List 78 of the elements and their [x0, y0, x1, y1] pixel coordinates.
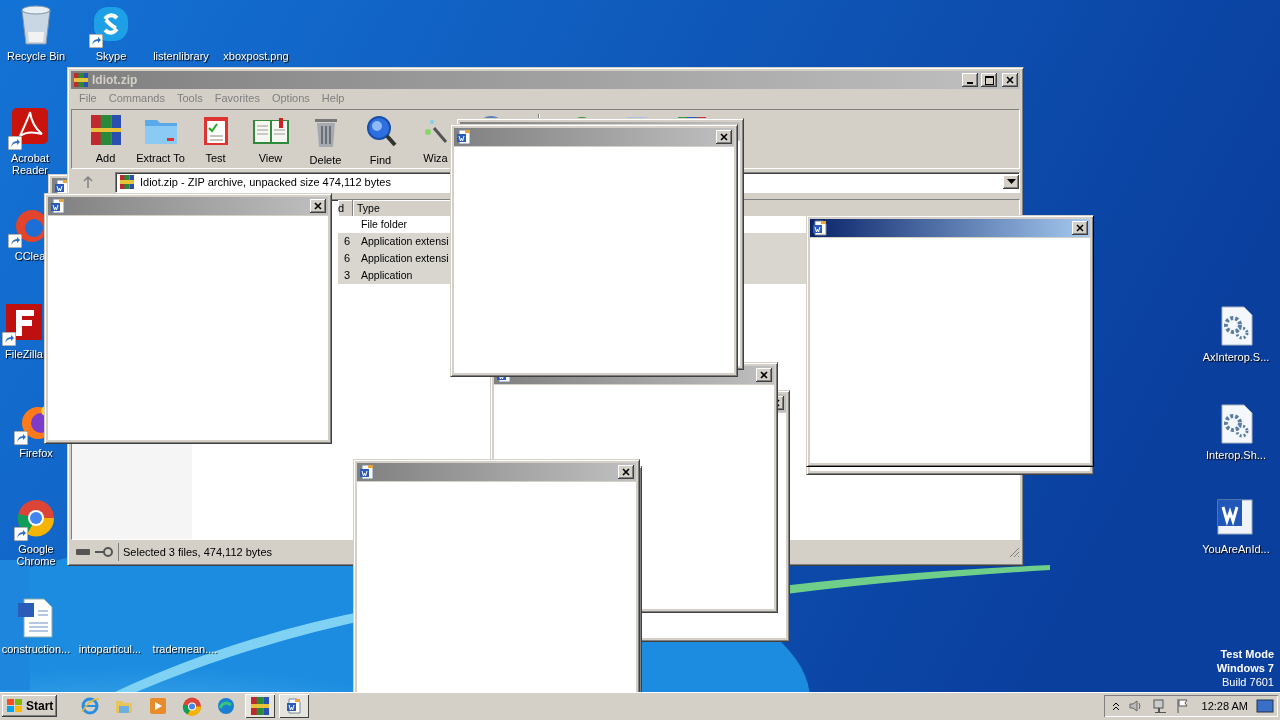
- close-icon: [1076, 224, 1084, 232]
- table-cell-text: Application extensi: [360, 251, 450, 266]
- close-icon: [1006, 76, 1014, 84]
- media-player-icon: [148, 696, 169, 716]
- up-arrow-icon[interactable]: [81, 175, 95, 189]
- taskbar-button[interactable]: [279, 694, 310, 718]
- browser-icon: [216, 696, 237, 716]
- chevron-up-icon[interactable]: [1111, 701, 1120, 711]
- icon-label[interactable]: Recycle Bin: [6, 50, 66, 62]
- close-button[interactable]: [1002, 73, 1018, 87]
- window-title: Idiot.zip: [92, 72, 138, 89]
- minimize-button[interactable]: [962, 73, 978, 87]
- column-header[interactable]: d: [338, 200, 353, 216]
- document-icon: [812, 220, 828, 236]
- key-icon: [94, 546, 114, 558]
- maximize-icon: [984, 75, 994, 85]
- icon-label[interactable]: AxInterop.S...: [1202, 351, 1270, 363]
- taskbar-button[interactable]: [245, 694, 276, 718]
- archive-icon: [119, 174, 135, 190]
- toolbar-button[interactable]: View: [243, 114, 298, 167]
- close-icon: [314, 202, 322, 210]
- archive-icon: [89, 114, 122, 146]
- close-button[interactable]: [1072, 221, 1088, 235]
- table-cell-text: Application extensi: [360, 234, 450, 249]
- icon-label[interactable]: YouAreAnId...: [1202, 543, 1270, 555]
- system-notice: Build 7601: [1221, 675, 1274, 689]
- close-icon: [760, 371, 768, 379]
- table-cell-text: 6: [343, 251, 352, 266]
- icon-label[interactable]: construction...: [1, 643, 71, 655]
- close-button[interactable]: [756, 368, 772, 382]
- icon-label[interactable]: xboxpost.png: [223, 50, 289, 62]
- toolbar-button[interactable]: Extract To: [133, 114, 188, 167]
- icon-label[interactable]: Firefox: [19, 447, 53, 459]
- dropdown-arrow-icon: [1006, 179, 1016, 185]
- close-icon: [720, 133, 728, 141]
- icon-label[interactable]: Google Chrome: [6, 543, 66, 567]
- icon-label[interactable]: Interop.Sh...: [1206, 449, 1266, 461]
- icon-label[interactable]: intoparticul...: [78, 643, 142, 655]
- start-button[interactable]: Start: [2, 695, 58, 717]
- close-button[interactable]: [310, 199, 326, 213]
- maximize-button[interactable]: [981, 73, 997, 87]
- close-button[interactable]: [716, 130, 732, 144]
- document-icon: [16, 597, 56, 639]
- toolbar-button[interactable]: Test: [188, 114, 243, 167]
- network-icon[interactable]: [1151, 698, 1168, 714]
- icon-label[interactable]: listenlibrary: [153, 50, 209, 62]
- toolbar-button[interactable]: Find: [353, 114, 408, 169]
- flag-icon[interactable]: [1175, 698, 1190, 714]
- table-cell-text: Application: [360, 268, 414, 283]
- close-icon: [622, 468, 630, 476]
- resize-grip-icon: [1008, 546, 1020, 558]
- document-icon: [359, 464, 375, 480]
- table-cell-text: File folder: [360, 217, 409, 232]
- windows-flag-icon: [6, 698, 24, 714]
- document-icon: [456, 129, 472, 145]
- table-cell-text: 3: [343, 268, 352, 283]
- archive-icon: [250, 696, 271, 716]
- table-cell-text: 6: [343, 234, 352, 249]
- document-icon: [286, 698, 303, 714]
- toolbar-button[interactable]: Add: [78, 114, 133, 167]
- drive-icon: [75, 548, 91, 556]
- browser-icon: [80, 696, 101, 716]
- status-text: Selected 3 files, 474,112 bytes: [123, 544, 272, 560]
- icon-label[interactable]: trademean....: [152, 643, 218, 655]
- minimize-icon: [967, 82, 973, 84]
- document-icon: [50, 198, 66, 214]
- icon-label[interactable]: Acrobat Reader: [0, 152, 60, 176]
- speaker-icon[interactable]: [1127, 699, 1144, 713]
- icon-label[interactable]: FileZilla: [5, 348, 43, 360]
- close-button[interactable]: [618, 465, 634, 479]
- toolbar-button[interactable]: Delete: [298, 114, 353, 169]
- system-notice: Windows 7: [1216, 661, 1274, 675]
- archive-icon: [73, 72, 89, 88]
- browser-icon: [16, 497, 56, 539]
- icon-label[interactable]: Skype: [95, 50, 127, 62]
- system-notice: Test Mode: [1219, 647, 1274, 661]
- browser-icon: [182, 695, 203, 717]
- clock[interactable]: 12:28 AM: [1201, 697, 1248, 715]
